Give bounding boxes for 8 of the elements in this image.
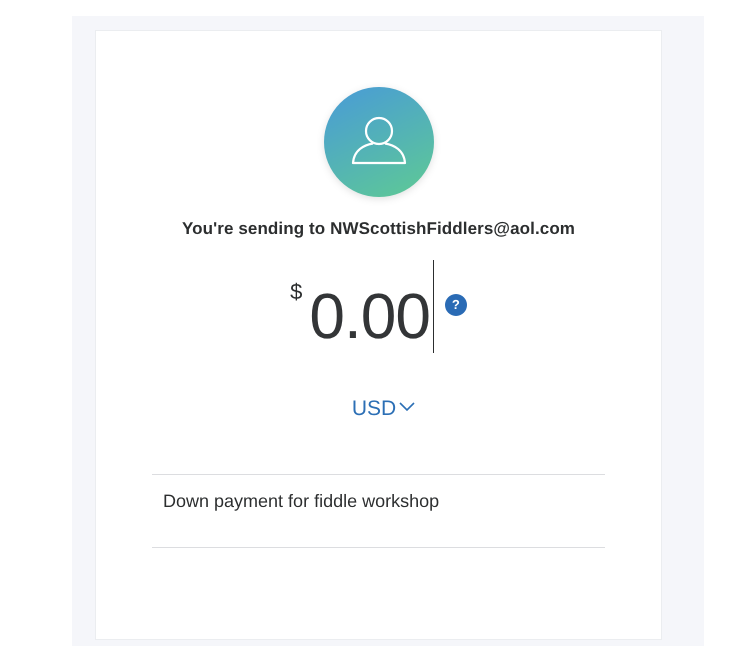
chevron-down-icon: [399, 402, 416, 410]
amount-input[interactable]: 0.00: [309, 284, 430, 348]
help-button[interactable]: ?: [444, 294, 467, 316]
avatar-icon: [324, 87, 434, 197]
note-field[interactable]: Down payment for fiddle workshop: [152, 474, 605, 548]
recipient-text: You're sending to NWScottishFiddlers@aol.com: [182, 218, 576, 240]
currency-symbol: $: [290, 281, 302, 303]
currency-dropdown[interactable]: USD: [352, 396, 416, 422]
